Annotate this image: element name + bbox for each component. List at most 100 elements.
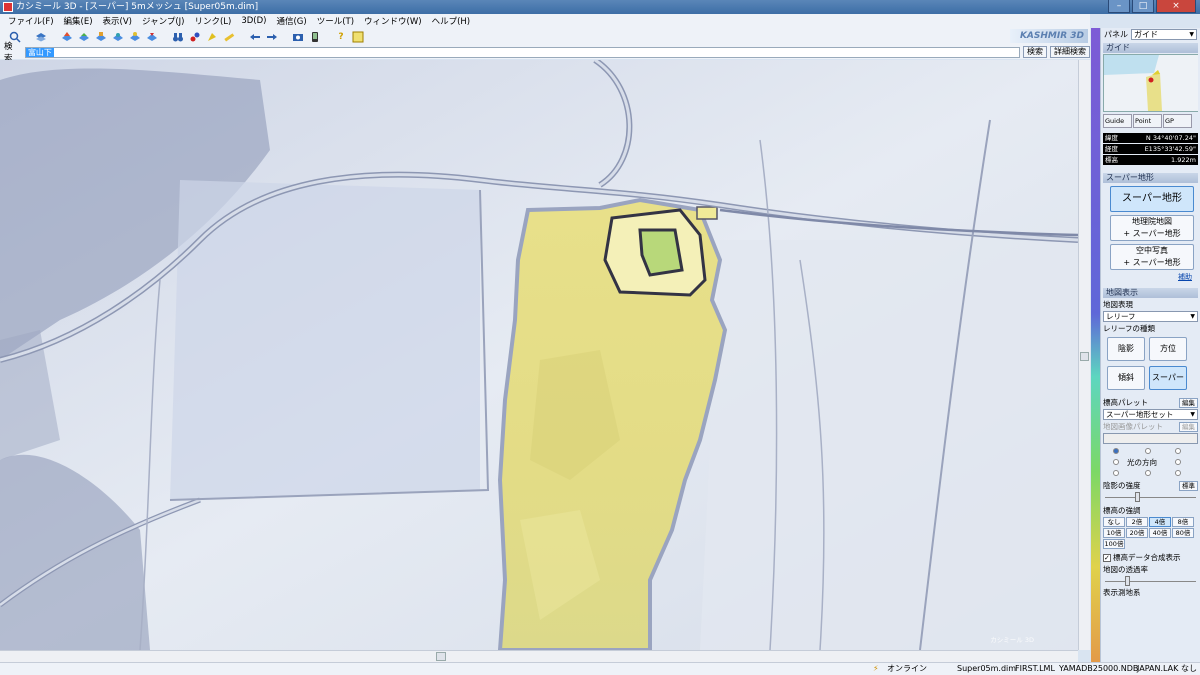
emph-2x[interactable]: 2倍 — [1126, 517, 1148, 527]
globe5-icon[interactable] — [128, 31, 142, 43]
binoculars-icon[interactable] — [171, 31, 185, 43]
help-link[interactable]: 補助 — [1101, 272, 1192, 282]
longitude-readout: 経度 E135°33'42.59" — [1103, 144, 1198, 154]
globe3-icon[interactable] — [94, 31, 108, 43]
menu-link[interactable]: リンク(L) — [189, 15, 236, 27]
gsi-super-button[interactable]: 地理院地図 + スーパー地形 — [1110, 215, 1194, 241]
compose-checkbox[interactable]: ✓ — [1103, 553, 1111, 562]
menu-tools[interactable]: ツール(T) — [312, 15, 359, 27]
horizontal-scroll-thumb[interactable] — [436, 652, 446, 661]
menu-help[interactable]: ヘルプ(H) — [427, 15, 476, 27]
window-title: カシミール 3D - [スーパー] 5mメッシュ [Super05m.dim] — [16, 2, 259, 12]
emph-20x[interactable]: 20倍 — [1126, 528, 1148, 538]
menu-view[interactable]: 表示(V) — [98, 15, 137, 27]
vertical-scroll-thumb[interactable] — [1080, 352, 1089, 361]
menu-edit[interactable]: 編集(E) — [59, 15, 98, 27]
vertical-scrollbar[interactable] — [1078, 60, 1090, 650]
title-bar: カシミール 3D - [スーパー] 5mメッシュ [Super05m.dim] … — [0, 0, 1200, 14]
tab-gp[interactable]: GP — [1163, 114, 1192, 128]
light-direction-label: 光の方向 — [1127, 458, 1157, 467]
menu-3d[interactable]: 3D(D) — [236, 16, 271, 26]
online-icon: ⚡ — [873, 664, 879, 673]
search-input[interactable]: 富山下 — [24, 46, 1020, 58]
elev-emph-buttons: なし 2倍 4倍 8倍 10倍 20倍 40倍 80倍 100倍 — [1103, 517, 1198, 549]
layers-icon[interactable] — [34, 31, 48, 43]
status-none: なし — [1181, 664, 1197, 673]
map-display-section: 地図表示 — [1103, 288, 1198, 298]
side-panel: パネル ガイド ▼ ガイド Guide Point GP 緯度 N 34°40'07… — [1100, 28, 1200, 662]
guide-section-header: ガイド — [1103, 43, 1198, 53]
panel-select[interactable]: ガイド ▼ — [1131, 29, 1197, 40]
emph-4x[interactable]: 4倍 — [1149, 517, 1171, 527]
palette-label: 標高パレット — [1103, 398, 1148, 407]
minimize-button[interactable]: – — [1108, 0, 1130, 13]
detail-search-button[interactable]: 詳細検索 — [1050, 46, 1090, 58]
close-button[interactable]: × — [1156, 0, 1196, 13]
map-palette-select[interactable] — [1103, 433, 1198, 444]
emph-8x[interactable]: 8倍 — [1172, 517, 1194, 527]
tab-point[interactable]: Point — [1133, 114, 1162, 128]
emph-10x[interactable]: 10倍 — [1103, 528, 1125, 538]
relief-shade-button[interactable]: 陰影 — [1107, 337, 1145, 361]
relief-aspect-button[interactable]: 方位 — [1149, 337, 1187, 361]
brand-logo: KASHMIR 3D — [1010, 29, 1088, 43]
super-terrain-button[interactable]: スーパー地形 — [1110, 186, 1194, 212]
menu-file[interactable]: ファイル(F) — [3, 15, 59, 27]
emph-80x[interactable]: 80倍 — [1172, 528, 1194, 538]
globe2-icon[interactable] — [77, 31, 91, 43]
help-icon[interactable]: ? — [334, 31, 348, 43]
tag-icon[interactable] — [188, 31, 202, 43]
chevron-down-icon: ▼ — [1190, 411, 1195, 418]
status-lak: JAPAN.LAK — [1137, 664, 1179, 673]
menu-window[interactable]: ウィンドウ(W) — [359, 15, 427, 27]
emph-100x[interactable]: 100倍 — [1103, 539, 1125, 549]
arrow-left-icon[interactable] — [248, 31, 262, 43]
relief-map — [0, 60, 1078, 650]
emph-none[interactable]: なし — [1103, 517, 1125, 527]
map-expr-select[interactable]: レリーフ ▼ — [1103, 311, 1198, 322]
chevron-down-icon: ▼ — [1190, 313, 1195, 320]
status-file: Super05m.dim — [957, 664, 1017, 673]
relief-super-button[interactable]: スーパー — [1149, 366, 1187, 390]
elev-emph-label: 標高の強調 — [1103, 506, 1141, 515]
transparency-label: 地図の透過率 — [1103, 565, 1148, 574]
status-bar: ⚡ オンライン Super05m.dim FIRST.LML YAMADB250… — [0, 662, 1200, 675]
status-lml: FIRST.LML — [1015, 664, 1055, 673]
maximize-button[interactable]: □ — [1132, 0, 1154, 13]
globe6-icon[interactable] — [145, 31, 159, 43]
palette-select[interactable]: スーパー地形セット ▼ — [1103, 409, 1198, 420]
ruler-icon[interactable] — [222, 31, 236, 43]
transparency-slider[interactable] — [1105, 576, 1196, 586]
compose-label: 標高データ合成表示 — [1113, 553, 1181, 562]
relief-slope-button[interactable]: 傾斜 — [1107, 366, 1145, 390]
map-watermark: カシミール 3D — [990, 636, 1034, 644]
map-palette-edit-button[interactable]: 編集 — [1179, 421, 1198, 432]
latitude-readout: 緯度 N 34°40'07.24" — [1103, 133, 1198, 143]
app-icon — [3, 2, 13, 12]
light-direction-picker[interactable]: 光の方向 — [1103, 446, 1198, 478]
menu-comm[interactable]: 通信(G) — [271, 15, 311, 27]
globe1-icon[interactable] — [60, 31, 74, 43]
phone-icon[interactable] — [308, 31, 322, 43]
shade-standard-button[interactable]: 標準 — [1179, 480, 1198, 491]
emph-40x[interactable]: 40倍 — [1149, 528, 1171, 538]
guide-minimap[interactable] — [1103, 54, 1198, 112]
shade-strength-slider[interactable] — [1105, 492, 1196, 502]
info-icon[interactable] — [351, 31, 365, 43]
arrow-right-icon[interactable] — [265, 31, 279, 43]
elevation-readout: 標高 1.922m — [1103, 155, 1198, 165]
cursor-icon[interactable] — [205, 31, 219, 43]
menu-jump[interactable]: ジャンプ(J) — [137, 15, 189, 27]
horizontal-scrollbar[interactable] — [0, 650, 1078, 662]
palette-edit-button[interactable]: 編集 — [1179, 397, 1198, 408]
menu-bar: ファイル(F) 編集(E) 表示(V) ジャンプ(J) リンク(L) 3D(D)… — [0, 14, 1090, 28]
aerial-super-button[interactable]: 空中写真 + スーパー地形 — [1110, 244, 1194, 270]
map-view[interactable]: カシミール 3D — [0, 60, 1078, 650]
relief-type-label: レリーフの種類 — [1103, 324, 1156, 333]
shade-strength-label: 陰影の強度 — [1103, 481, 1141, 490]
search-bar: 検索 富山下 検索 詳細検索 — [0, 42, 1090, 64]
search-button[interactable]: 検索 — [1023, 46, 1047, 58]
globe4-icon[interactable] — [111, 31, 125, 43]
tab-guide[interactable]: Guide — [1103, 114, 1132, 128]
camera-icon[interactable] — [291, 31, 305, 43]
